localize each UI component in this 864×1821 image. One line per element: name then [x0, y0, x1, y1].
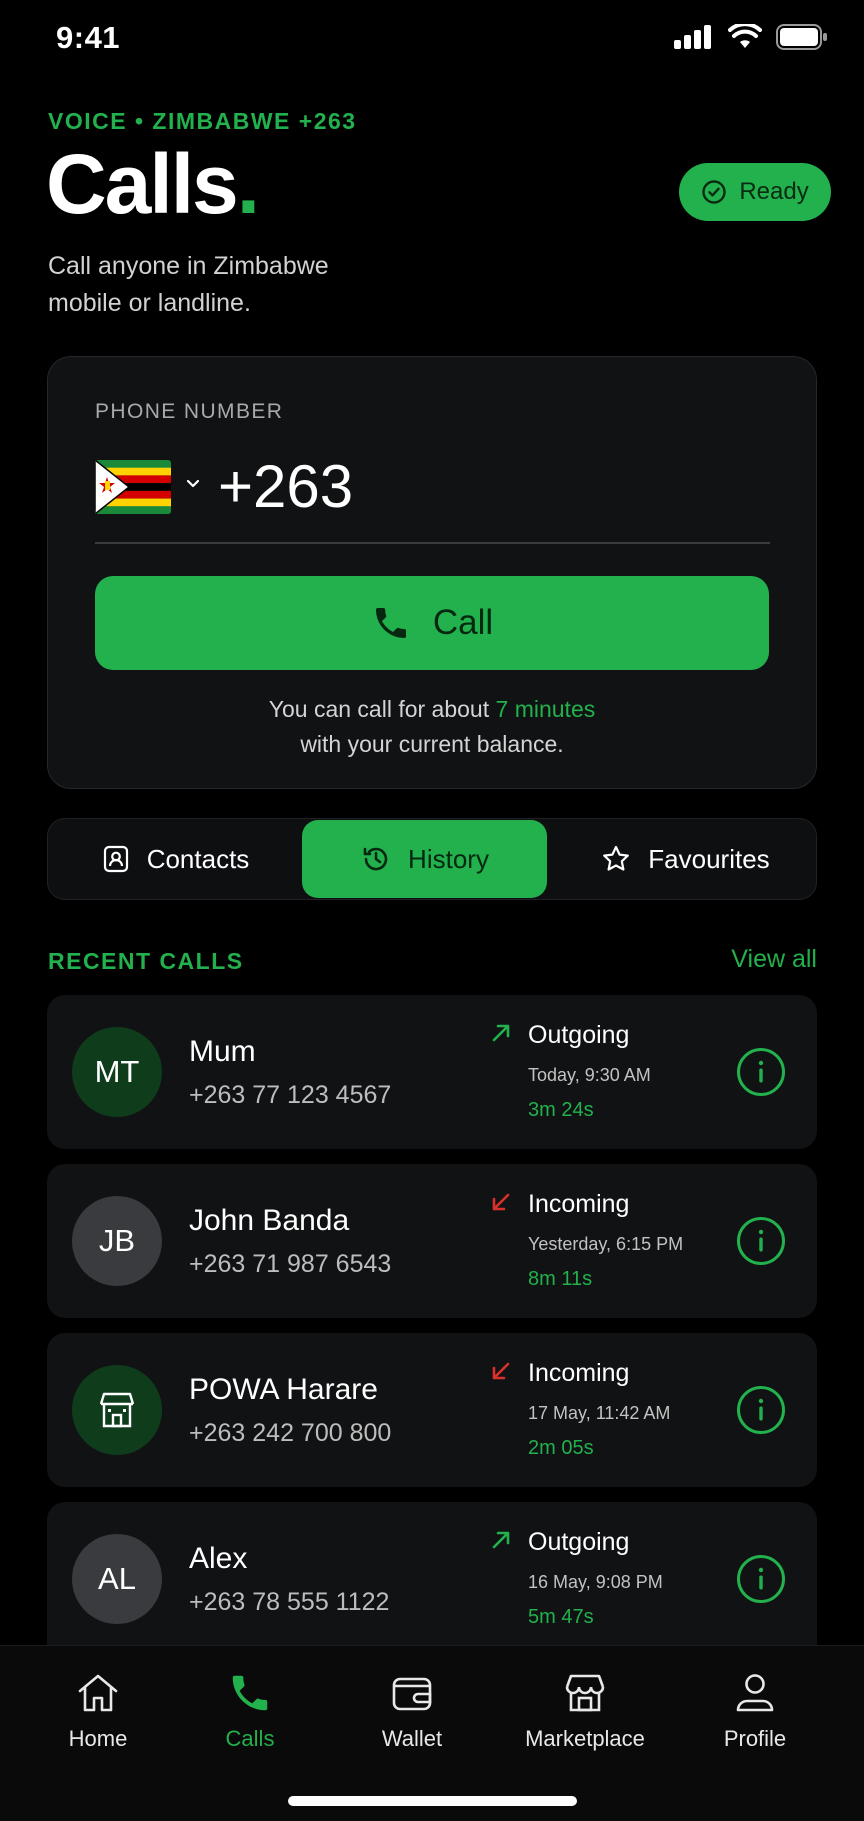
nav-marketplace[interactable]: Marketplace — [515, 1670, 655, 1752]
call-direction: Incoming — [528, 1359, 630, 1387]
nav-profile[interactable]: Profile — [710, 1670, 800, 1752]
call-direction: Outgoing — [528, 1528, 630, 1556]
phone-number-input[interactable] — [218, 452, 758, 521]
wallet-icon — [392, 1677, 432, 1711]
tab-contacts-label: Contacts — [146, 843, 250, 874]
store-icon — [565, 1674, 605, 1712]
chevron-down-icon[interactable] — [184, 474, 202, 492]
call-duration: 2m 05s — [528, 1437, 594, 1459]
input-underline — [95, 542, 770, 544]
nav-home[interactable]: Home — [53, 1670, 143, 1752]
contact-card-icon — [103, 845, 128, 873]
call-item[interactable]: JB John Banda +263 71 987 6543 Incoming … — [47, 1164, 817, 1318]
nav-wallet-label: Wallet — [381, 1726, 443, 1751]
tab-history[interactable]: History — [302, 820, 547, 898]
contact-number: +263 242 700 800 — [189, 1419, 392, 1447]
history-icon — [363, 847, 388, 871]
phone-icon — [375, 608, 406, 638]
status-time: 9:41 — [56, 20, 121, 55]
tab-favourites-label: Favourites — [648, 843, 770, 874]
avatar: MT — [72, 1027, 162, 1117]
call-direction: Incoming — [528, 1190, 630, 1218]
call-button[interactable]: Call — [95, 576, 769, 670]
contact-number: +263 71 987 6543 — [189, 1250, 392, 1278]
info-icon[interactable] — [736, 1554, 786, 1604]
call-time: 16 May, 9:08 PM — [528, 1572, 663, 1592]
outgoing-arrow-icon — [492, 1531, 510, 1549]
call-time: Yesterday, 6:15 PM — [528, 1234, 684, 1254]
nav-marketplace-label: Marketplace — [525, 1726, 645, 1751]
incoming-arrow-icon — [492, 1362, 510, 1380]
contact-number: +263 77 123 4567 — [189, 1081, 392, 1109]
ready-label: Ready — [739, 178, 809, 205]
nav-calls[interactable]: Calls — [205, 1670, 295, 1752]
title-dot: . — [236, 137, 260, 231]
check-circle-icon — [702, 180, 727, 204]
incoming-arrow-icon — [492, 1193, 510, 1211]
avatar — [72, 1365, 162, 1455]
tab-history-label: History — [408, 843, 489, 874]
page-subtitle: Call anyone in Zimbabwe mobile or landli… — [48, 252, 329, 317]
tab-contacts[interactable]: Contacts — [50, 820, 300, 898]
call-time: Today, 9:30 AM — [528, 1065, 651, 1085]
phone-icon — [232, 1675, 268, 1711]
call-item[interactable]: AL Alex +263 78 555 1122 Outgoing 16 May… — [47, 1502, 817, 1645]
avatar: AL — [72, 1534, 162, 1624]
status-icons — [674, 24, 828, 50]
nav-profile-label: Profile — [723, 1726, 787, 1751]
call-button-label: Call — [432, 603, 494, 642]
call-item[interactable]: POWA Harare +263 242 700 800 Incoming 17… — [47, 1333, 817, 1487]
balance-prefix: You can call for about — [268, 696, 490, 722]
call-item[interactable]: MT Mum +263 77 123 4567 Outgoing Today, … — [47, 995, 817, 1149]
info-icon[interactable] — [736, 1385, 786, 1435]
signal-icon — [674, 25, 711, 49]
balance-note: You can call for about 7 minutes with yo… — [47, 692, 817, 762]
call-time: 17 May, 11:42 AM — [528, 1403, 671, 1423]
contact-number: +263 78 555 1122 — [189, 1588, 390, 1616]
contact-name: Mum — [189, 1035, 256, 1068]
call-duration: 3m 24s — [528, 1099, 594, 1121]
building-icon — [99, 1392, 135, 1428]
recent-calls-heading: RECENT CALLS — [48, 948, 244, 974]
call-direction: Outgoing — [528, 1021, 630, 1049]
nav-calls-label: Calls — [225, 1726, 275, 1751]
home-indicator[interactable] — [288, 1796, 577, 1806]
home-icon — [78, 1674, 118, 1712]
profile-icon — [736, 1674, 774, 1712]
ready-badge: Ready — [679, 163, 831, 221]
balance-minutes: 7 minutes — [495, 696, 596, 722]
page-title: Calls. — [46, 142, 260, 226]
page-title-text: Calls — [46, 137, 239, 231]
info-icon[interactable] — [736, 1216, 786, 1266]
zimbabwe-flag-icon[interactable] — [95, 460, 171, 514]
call-duration: 8m 11s — [528, 1268, 593, 1290]
view-all-link[interactable]: View all — [731, 945, 817, 974]
contact-name: POWA Harare — [189, 1373, 378, 1406]
star-icon — [603, 845, 630, 871]
contact-name: Alex — [189, 1542, 248, 1575]
tab-favourites[interactable]: Favourites — [560, 820, 810, 898]
outgoing-arrow-icon — [492, 1024, 510, 1042]
call-duration: 5m 47s — [528, 1606, 594, 1628]
avatar: JB — [72, 1196, 162, 1286]
contact-name: John Banda — [189, 1204, 350, 1237]
nav-wallet[interactable]: Wallet — [367, 1670, 457, 1752]
info-icon[interactable] — [736, 1047, 786, 1097]
phone-number-label: PHONE NUMBER — [95, 400, 284, 423]
battery-icon — [776, 24, 827, 50]
nav-home-label: Home — [68, 1726, 128, 1751]
section-eyebrow: VOICE • ZIMBABWE +263 — [48, 108, 357, 134]
balance-suffix: with your current balance. — [300, 731, 564, 757]
wifi-icon — [728, 24, 762, 48]
